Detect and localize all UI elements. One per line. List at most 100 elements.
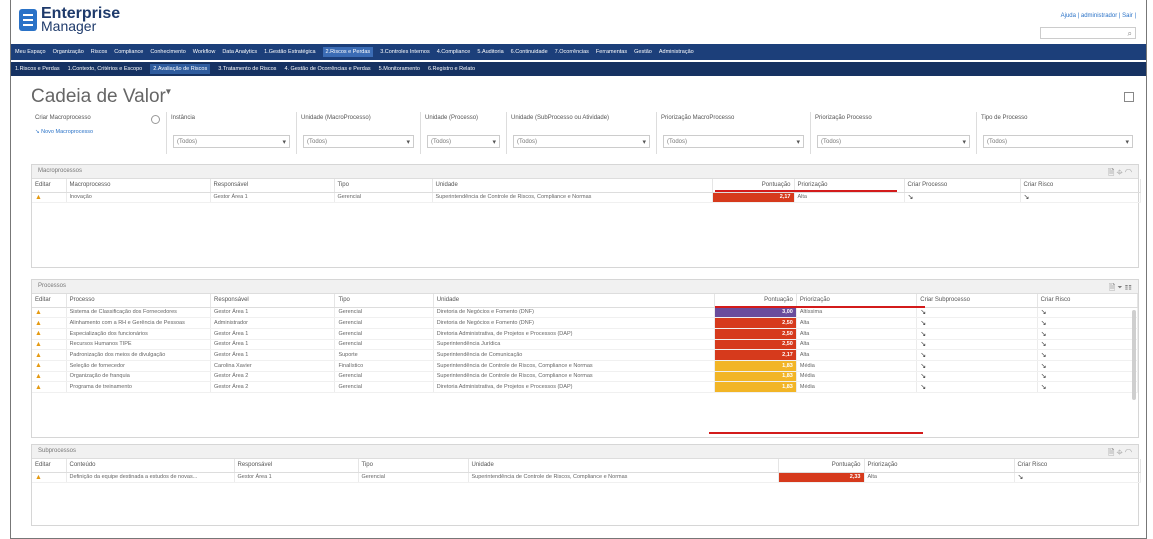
instancia-select[interactable]: (Todos) — [173, 135, 290, 148]
main-nav-item[interactable]: 5.Auditoria — [477, 49, 503, 55]
warning-icon[interactable]: ▲ — [35, 194, 42, 201]
column-header[interactable]: Criar Subprocesso — [916, 294, 1038, 308]
create-arrow-icon[interactable]: ↘ — [920, 384, 926, 391]
main-nav-item[interactable]: Meu Espaço — [15, 49, 46, 55]
main-nav-item[interactable]: 1.Gestão Estratégica — [264, 49, 315, 55]
create-cell[interactable]: ↘ — [1037, 360, 1139, 372]
create-arrow-icon[interactable]: ↘ — [908, 194, 914, 201]
tipo-processo-select[interactable]: (Todos) — [983, 135, 1133, 148]
column-header[interactable]: Tipo — [334, 294, 434, 308]
create-cell[interactable]: ↘ — [1037, 317, 1139, 329]
main-nav-item[interactable]: Gestão — [634, 49, 652, 55]
create-arrow-icon[interactable]: ↘ — [920, 341, 926, 348]
create-arrow-icon[interactable]: ↘ — [920, 320, 926, 327]
sub-nav-item[interactable]: 2.Avaliação de Riscos — [150, 64, 211, 74]
table-row[interactable]: ▲ Definição da equipe destinada a estudos… — [32, 472, 1141, 484]
top-links[interactable]: Ajuda | administrador | Sair | — [1061, 13, 1136, 19]
column-header[interactable]: Priorização — [864, 459, 1015, 473]
column-header[interactable]: Tipo — [334, 179, 433, 193]
main-nav-item[interactable]: Riscos — [91, 49, 108, 55]
create-arrow-icon[interactable]: ↘ — [1041, 331, 1047, 338]
column-header[interactable]: Unidade — [468, 459, 779, 473]
create-arrow-icon[interactable]: ↘ — [1041, 363, 1047, 370]
sub-nav-item[interactable]: 1.Contexto, Critérios e Escopo — [68, 66, 143, 72]
table-row[interactable]: ▲ Padronização dos meios de divulgação Ges… — [32, 349, 1139, 361]
edit-cell[interactable]: ▲ — [32, 307, 67, 319]
create-arrow-icon[interactable]: ↘ — [1041, 384, 1047, 391]
sub-nav-item[interactable]: 6.Registro e Relato — [428, 66, 475, 72]
main-nav-item[interactable]: Organização — [53, 49, 84, 55]
create-cell[interactable]: ↘ — [916, 328, 1038, 340]
create-cell[interactable]: ↘ — [1037, 371, 1139, 383]
search-icon[interactable]: ⌕ — [1128, 28, 1132, 39]
edit-cell[interactable]: ▲ — [32, 192, 67, 204]
create-cell[interactable]: ↘ — [1020, 192, 1141, 204]
create-arrow-icon[interactable]: ↘ — [1041, 352, 1047, 359]
column-header[interactable]: Macroprocesso — [66, 179, 211, 193]
prior-processo-select[interactable]: (Todos) — [817, 135, 970, 148]
warning-icon[interactable]: ▲ — [35, 474, 42, 481]
column-header[interactable]: Responsável — [210, 294, 336, 308]
warning-icon[interactable]: ▲ — [35, 362, 42, 369]
column-header[interactable]: Unidade — [432, 179, 713, 193]
unidade-sub-select[interactable]: (Todos) — [513, 135, 650, 148]
edit-cell[interactable]: ▲ — [32, 328, 67, 340]
warning-icon[interactable]: ▲ — [35, 341, 42, 348]
prior-macro-select[interactable]: (Todos) — [663, 135, 804, 148]
edit-cell[interactable]: ▲ — [32, 472, 67, 484]
column-header[interactable]: Responsável — [234, 459, 359, 473]
warning-icon[interactable]: ▲ — [35, 373, 42, 380]
main-nav-item[interactable]: Administração — [659, 49, 694, 55]
refresh-icon[interactable] — [151, 115, 160, 124]
main-nav-item[interactable]: 3.Controles Internos — [380, 49, 430, 55]
create-cell[interactable]: ↘ — [916, 317, 1038, 329]
warning-icon[interactable]: ▲ — [35, 384, 42, 391]
table-row[interactable]: ▲ Programa de treinamento Gestor Área 2 Ger… — [32, 381, 1139, 393]
main-nav-item[interactable]: 7.Ocorrências — [555, 49, 589, 55]
title-dropdown-icon[interactable]: ▾ — [166, 87, 171, 98]
create-arrow-icon[interactable]: ↘ — [920, 309, 926, 316]
panel-tools[interactable]: 🗎 ⏷ ☷ — [1109, 282, 1132, 296]
create-arrow-icon[interactable]: ↘ — [1041, 373, 1047, 380]
top-search-input[interactable]: ⌕ — [1040, 27, 1136, 39]
table-row[interactable]: ▲ Organização de franquia Gestor Área 2 Ger… — [32, 371, 1139, 383]
column-header[interactable]: Tipo — [358, 459, 469, 473]
warning-icon[interactable]: ▲ — [35, 352, 42, 359]
column-header[interactable]: Pontuação — [778, 459, 865, 473]
create-cell[interactable]: ↘ — [916, 339, 1038, 351]
create-arrow-icon[interactable]: ↘ — [920, 352, 926, 359]
column-header[interactable]: Responsável — [210, 179, 335, 193]
create-cell[interactable]: ↘ — [1014, 472, 1141, 484]
create-arrow-icon[interactable]: ↘ — [920, 363, 926, 370]
column-header[interactable]: Criar Processo — [904, 179, 1021, 193]
main-nav-item[interactable]: Ferramentas — [596, 49, 627, 55]
warning-icon[interactable]: ▲ — [35, 320, 42, 327]
export-icon[interactable] — [1124, 92, 1134, 102]
create-cell[interactable]: ↘ — [916, 349, 1038, 361]
table-row[interactable]: ▲ Inovação Gestor Área 1 Gerencial Superinte… — [32, 192, 1141, 204]
create-cell[interactable]: ↘ — [1037, 328, 1139, 340]
create-cell[interactable]: ↘ — [1037, 307, 1139, 319]
main-nav-item[interactable]: Data Analytics — [222, 49, 257, 55]
table-row[interactable]: ▲ Sistema de Classificação dos Fornecedor… — [32, 307, 1139, 319]
create-arrow-icon[interactable]: ↘ — [920, 331, 926, 338]
proc-scrollbar[interactable] — [1132, 310, 1136, 400]
panel-tools[interactable]: 🗎 ⌖ ◠ — [1108, 447, 1132, 461]
create-cell[interactable]: ↘ — [1037, 349, 1139, 361]
edit-cell[interactable]: ▲ — [32, 317, 67, 329]
create-arrow-icon[interactable]: ↘ — [920, 373, 926, 380]
edit-cell[interactable]: ▲ — [32, 371, 67, 383]
create-arrow-icon[interactable]: ↘ — [1018, 474, 1024, 481]
unidade-macro-select[interactable]: (Todos) — [303, 135, 414, 148]
edit-cell[interactable]: ▲ — [32, 360, 67, 372]
create-cell[interactable]: ↘ — [1037, 381, 1139, 393]
create-arrow-icon[interactable]: ↘ — [1041, 341, 1047, 348]
table-row[interactable]: ▲ Especialização dos funcionários Gestor Á… — [32, 328, 1139, 340]
column-header[interactable]: Unidade — [433, 294, 715, 308]
edit-cell[interactable]: ▲ — [32, 349, 67, 361]
warning-icon[interactable]: ▲ — [35, 309, 42, 316]
unidade-processo-select[interactable]: (Todos) — [427, 135, 500, 148]
create-arrow-icon[interactable]: ↘ — [1024, 194, 1030, 201]
create-cell[interactable]: ↘ — [916, 371, 1038, 383]
column-header[interactable]: Editar — [32, 179, 67, 193]
